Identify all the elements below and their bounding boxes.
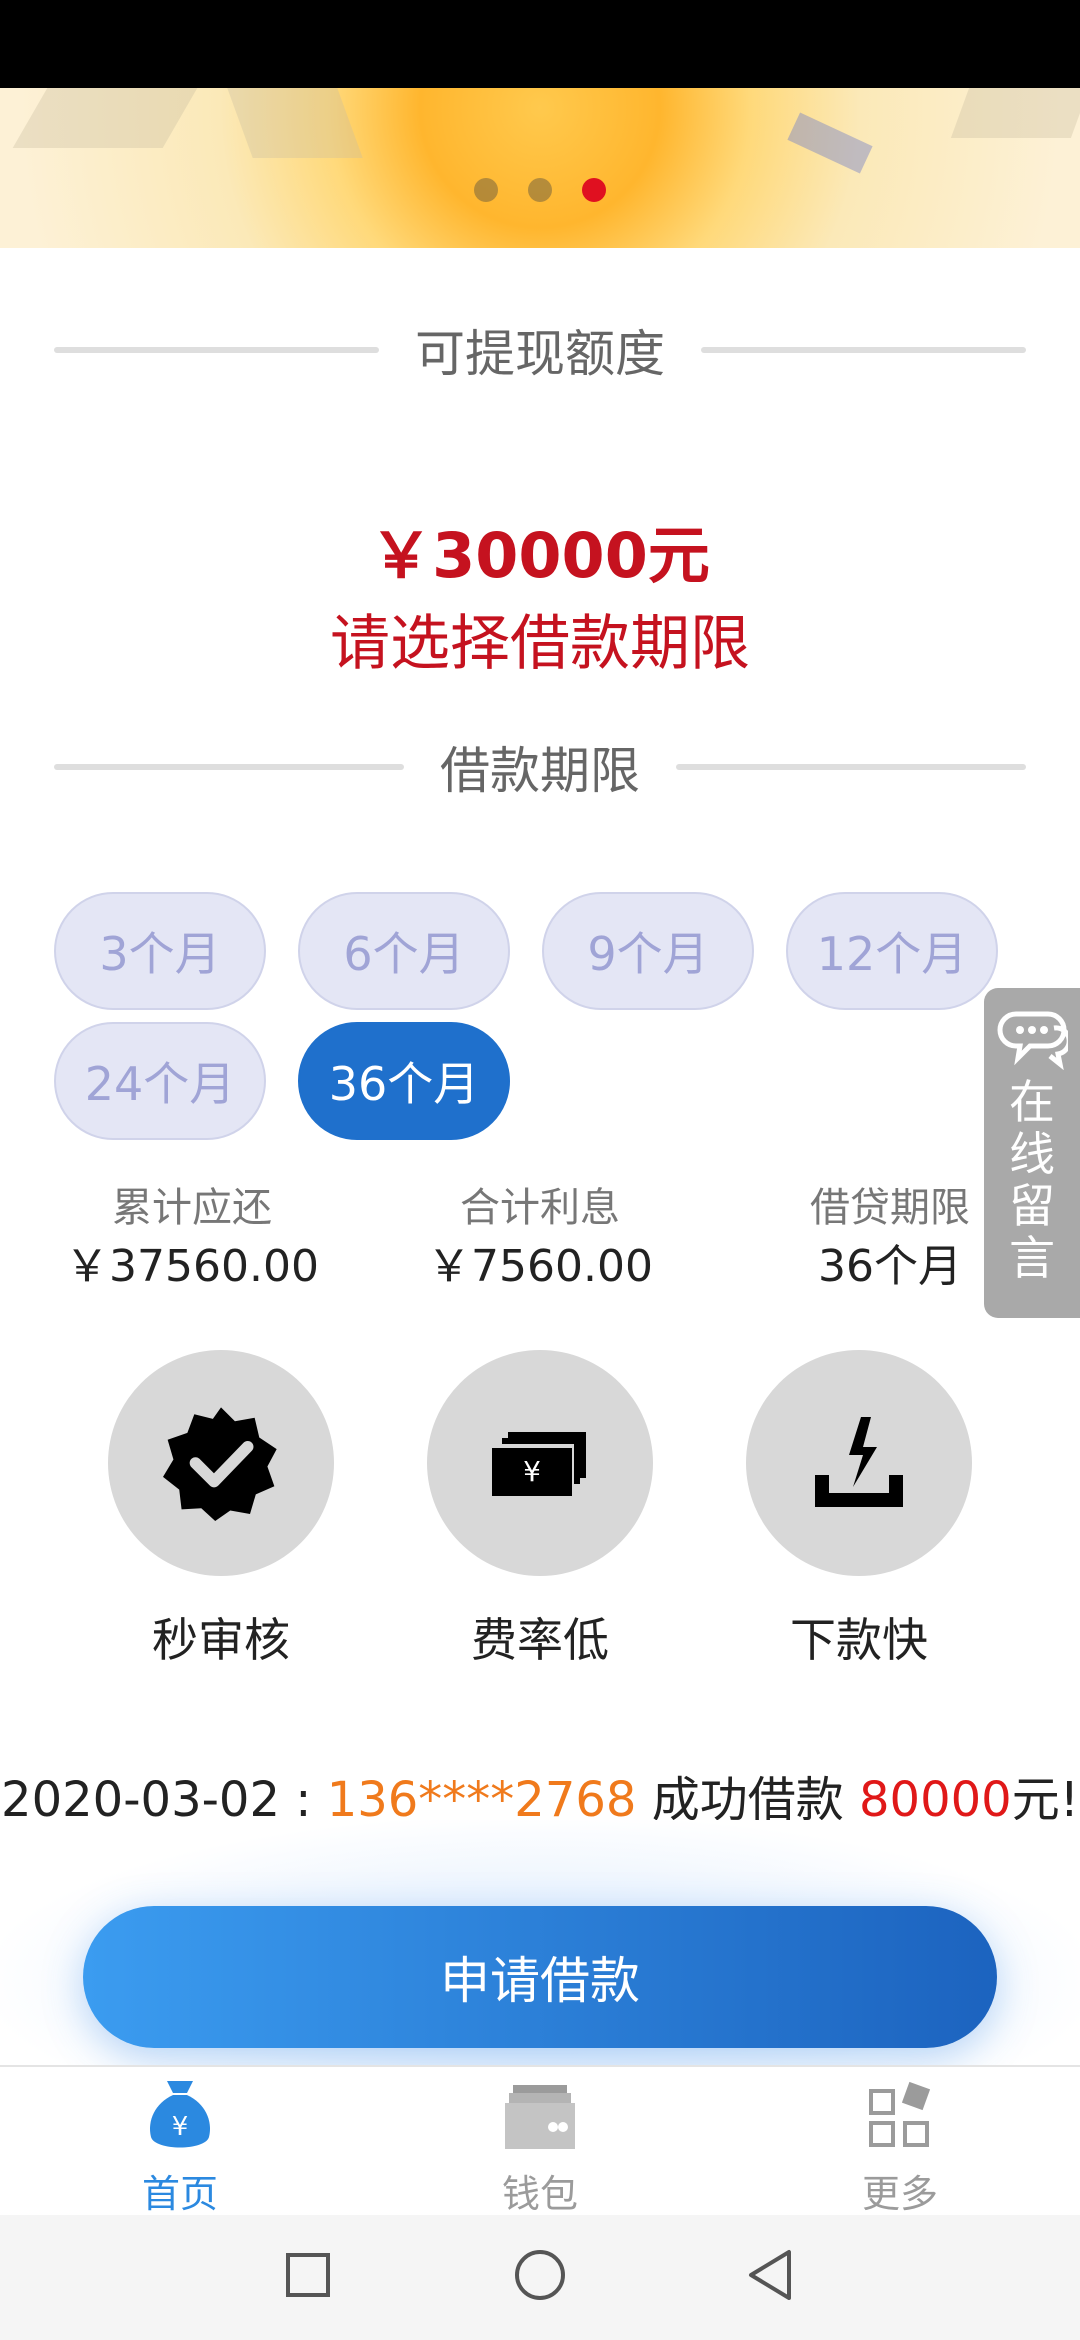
status-bar bbox=[0, 0, 1080, 88]
tab-wallet-label: 钱包 bbox=[501, 2172, 578, 2216]
money-bag-icon: ¥ bbox=[149, 2081, 211, 2148]
term-option-6[interactable]: 6个月 bbox=[298, 892, 510, 1010]
online-message-button[interactable]: 在线留言 bbox=[984, 988, 1080, 1318]
feature-low-rate-label: 费率低 bbox=[471, 1613, 609, 1667]
carousel-indicator bbox=[0, 178, 1080, 202]
term-option-24[interactable]: 24个月 bbox=[54, 1022, 266, 1140]
feature-fast-payout: 下款快 bbox=[744, 1350, 974, 1670]
svg-text:¥: ¥ bbox=[523, 1455, 541, 1488]
select-term-prompt: 请选择借款期限 bbox=[330, 609, 750, 679]
feature-fast-review: 秒审核 bbox=[106, 1350, 336, 1670]
withdraw-limit-header: 可提现额度 bbox=[54, 320, 1026, 383]
term-option-36[interactable]: 36个月 bbox=[298, 1022, 510, 1140]
tab-more[interactable]: 更多 bbox=[800, 2077, 1000, 2218]
money-stack-icon: ¥ bbox=[427, 1350, 653, 1576]
square-icon bbox=[286, 2253, 330, 2297]
carousel-dot-active[interactable] bbox=[582, 178, 606, 202]
feature-low-rate: ¥ 费率低 bbox=[425, 1350, 655, 1670]
term-option-3[interactable]: 3个月 bbox=[54, 892, 266, 1010]
grid-more-icon bbox=[869, 2081, 931, 2147]
home-button[interactable] bbox=[510, 2245, 570, 2305]
term-header: 借款期限 bbox=[54, 737, 1026, 800]
verified-badge-icon bbox=[108, 1350, 334, 1576]
apply-loan-button[interactable]: 申请借款 bbox=[83, 1906, 997, 2048]
loan-summary: 累计应还 ￥37560.00 合计利息 ￥7560.00 借贷期限 36个月 bbox=[0, 1180, 1080, 1300]
tab-home[interactable]: ¥ 首页 bbox=[80, 2077, 280, 2218]
carousel-dot[interactable] bbox=[528, 178, 552, 202]
divider bbox=[676, 764, 1026, 770]
back-triangle-icon bbox=[749, 2250, 791, 2300]
tab-wallet[interactable]: 钱包 bbox=[440, 2077, 640, 2218]
carousel-dot[interactable] bbox=[474, 178, 498, 202]
circle-icon bbox=[515, 2250, 565, 2300]
term-option-9[interactable]: 9个月 bbox=[542, 892, 754, 1010]
total-repayment-label: 累计应还 bbox=[112, 1185, 272, 1231]
system-nav-bar bbox=[0, 2215, 1080, 2340]
divider bbox=[701, 347, 1026, 353]
total-interest-label: 合计利息 bbox=[460, 1185, 620, 1231]
recents-button[interactable] bbox=[278, 2245, 338, 2305]
total-repayment: 累计应还 ￥37560.00 bbox=[22, 1180, 362, 1298]
back-button[interactable] bbox=[740, 2245, 800, 2305]
total-interest-value: ￥7560.00 bbox=[427, 1241, 653, 1292]
bottom-tab-bar: ¥ 首页 钱包 更多 bbox=[0, 2065, 1080, 2217]
feature-fast-review-label: 秒审核 bbox=[152, 1613, 290, 1667]
chat-bubble-icon bbox=[997, 1011, 1068, 1070]
fast-download-icon bbox=[746, 1350, 972, 1576]
wallet-icon bbox=[505, 2085, 575, 2149]
online-message-label: 在线留言 bbox=[1009, 1075, 1055, 1285]
total-interest: 合计利息 ￥7560.00 bbox=[370, 1180, 710, 1298]
tab-home-label: 首页 bbox=[141, 2172, 218, 2216]
term-title: 借款期限 bbox=[440, 742, 640, 800]
promo-banner[interactable] bbox=[0, 88, 1080, 248]
divider bbox=[54, 347, 379, 353]
total-repayment-value: ￥37560.00 bbox=[65, 1241, 319, 1292]
withdraw-limit-title: 可提现额度 bbox=[415, 325, 665, 383]
divider bbox=[54, 764, 404, 770]
loan-amount: ￥30000元 bbox=[370, 519, 710, 592]
feature-fast-payout-label: 下款快 bbox=[790, 1613, 928, 1667]
svg-text:¥: ¥ bbox=[172, 2112, 189, 2142]
tab-more-label: 更多 bbox=[861, 2172, 938, 2216]
term-option-12[interactable]: 12个月 bbox=[786, 892, 998, 1010]
